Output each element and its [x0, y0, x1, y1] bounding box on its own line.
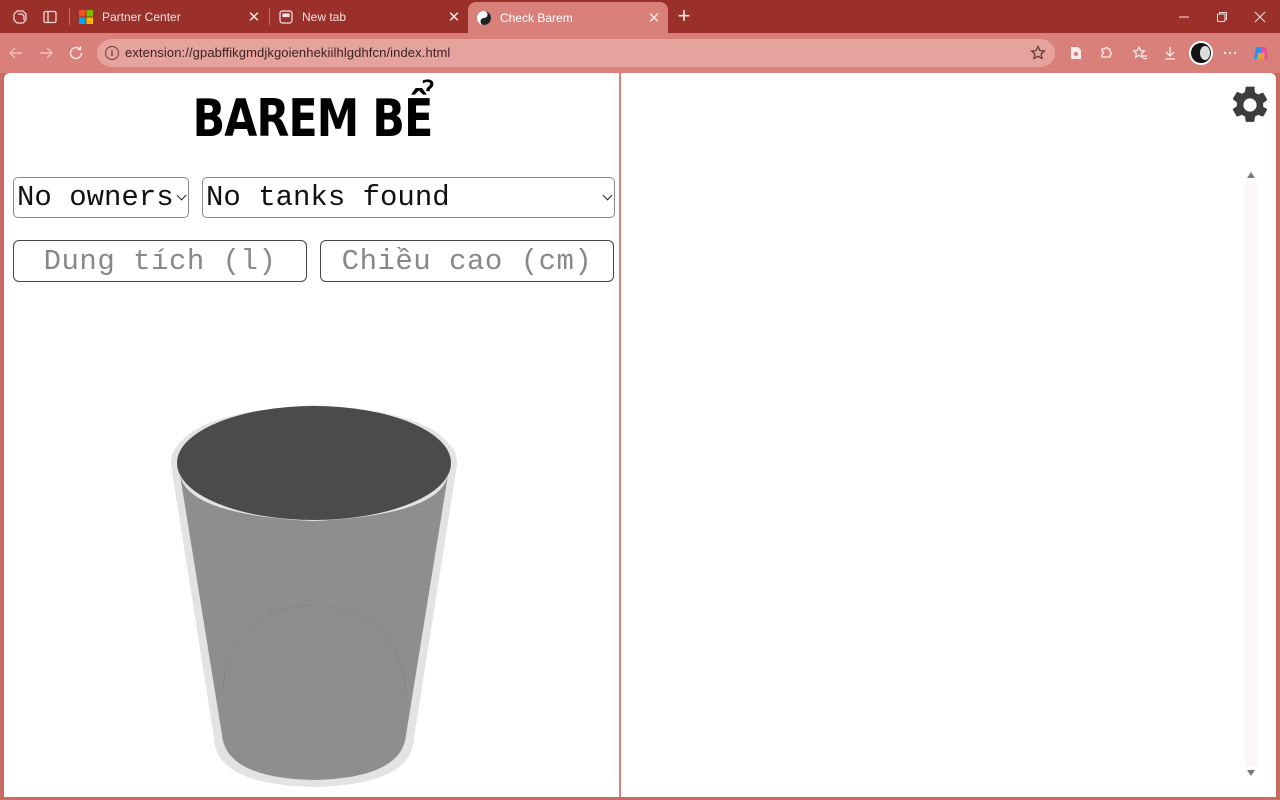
address-bar[interactable]: i extension://gpabffikgmdjkgoienhekiilhl… — [97, 39, 1055, 67]
height-input[interactable]: Chiều cao (cm) — [320, 240, 614, 282]
restore-button[interactable] — [1202, 0, 1242, 33]
close-window-button[interactable] — [1240, 0, 1280, 33]
tab-title: Partner Center — [102, 9, 181, 24]
site-info-icon[interactable]: i — [105, 46, 119, 60]
tab-partner-center[interactable]: Partner Center ✕ — [70, 0, 268, 33]
tab-check-barem[interactable]: Check Barem ✕ — [468, 2, 668, 33]
tank-3d-view — [170, 405, 458, 787]
extensions-icon[interactable] — [1095, 42, 1117, 64]
yin-yang-icon — [476, 10, 492, 26]
tab-actions-icon[interactable] — [39, 6, 61, 28]
close-tab-icon[interactable]: ✕ — [244, 7, 264, 27]
downloads-icon[interactable] — [1159, 42, 1181, 64]
tab-new-tab[interactable]: New tab ✕ — [270, 0, 468, 33]
volume-input[interactable]: Dung tích (l) — [13, 240, 307, 282]
page-title: BAREM BỂ — [192, 89, 434, 149]
scroll-up-arrow-icon[interactable] — [1246, 171, 1256, 179]
left-panel: BAREM BỂ No owners No tanks found Dung t… — [4, 73, 621, 797]
chevron-down-icon — [176, 190, 187, 201]
copilot-icon[interactable] — [1250, 42, 1272, 64]
microsoft-logo-icon — [78, 9, 94, 25]
owner-select-value: No owners — [17, 181, 174, 214]
page-content: BAREM BỂ No owners No tanks found Dung t… — [4, 73, 1276, 797]
owner-select[interactable]: No owners — [13, 177, 189, 218]
favorites-icon[interactable] — [1129, 42, 1151, 64]
more-options-icon[interactable] — [1219, 42, 1241, 64]
url-text: extension://gpabffikgmdjkgoienhekiilhlgd… — [125, 45, 451, 60]
tab-title: Check Barem — [500, 10, 573, 25]
settings-button[interactable] — [1228, 81, 1272, 129]
toolbar: i extension://gpabffikgmdjkgoienhekiilhl… — [0, 33, 1280, 73]
chevron-down-icon — [602, 190, 613, 201]
tab-strip: Partner Center ✕ New tab ✕ Check Barem ✕… — [0, 0, 1280, 33]
new-tab-button[interactable]: + — [672, 3, 696, 28]
tab-title: New tab — [302, 9, 347, 24]
forward-button[interactable] — [35, 42, 57, 64]
profile-avatar[interactable] — [1189, 41, 1213, 65]
tank-select[interactable]: No tanks found — [202, 177, 615, 218]
copilot-shield-icon[interactable] — [1065, 42, 1087, 64]
new-tab-icon — [278, 9, 294, 25]
volume-input-placeholder: Dung tích (l) — [43, 244, 277, 278]
minimize-button[interactable] — [1164, 0, 1204, 33]
back-button[interactable] — [5, 42, 27, 64]
refresh-button[interactable] — [65, 42, 87, 64]
scroll-down-arrow-icon[interactable] — [1246, 769, 1256, 777]
scrollbar-track[interactable] — [1245, 183, 1258, 767]
workspaces-icon[interactable] — [9, 6, 31, 28]
tank-top — [177, 406, 451, 520]
close-tab-icon[interactable]: ✕ — [644, 8, 664, 28]
gear-icon — [1232, 86, 1268, 122]
height-input-placeholder: Chiều cao (cm) — [341, 244, 593, 278]
tank-select-value: No tanks found — [206, 181, 450, 214]
favorite-star-icon[interactable] — [1027, 42, 1049, 64]
close-tab-icon[interactable]: ✕ — [444, 7, 464, 27]
